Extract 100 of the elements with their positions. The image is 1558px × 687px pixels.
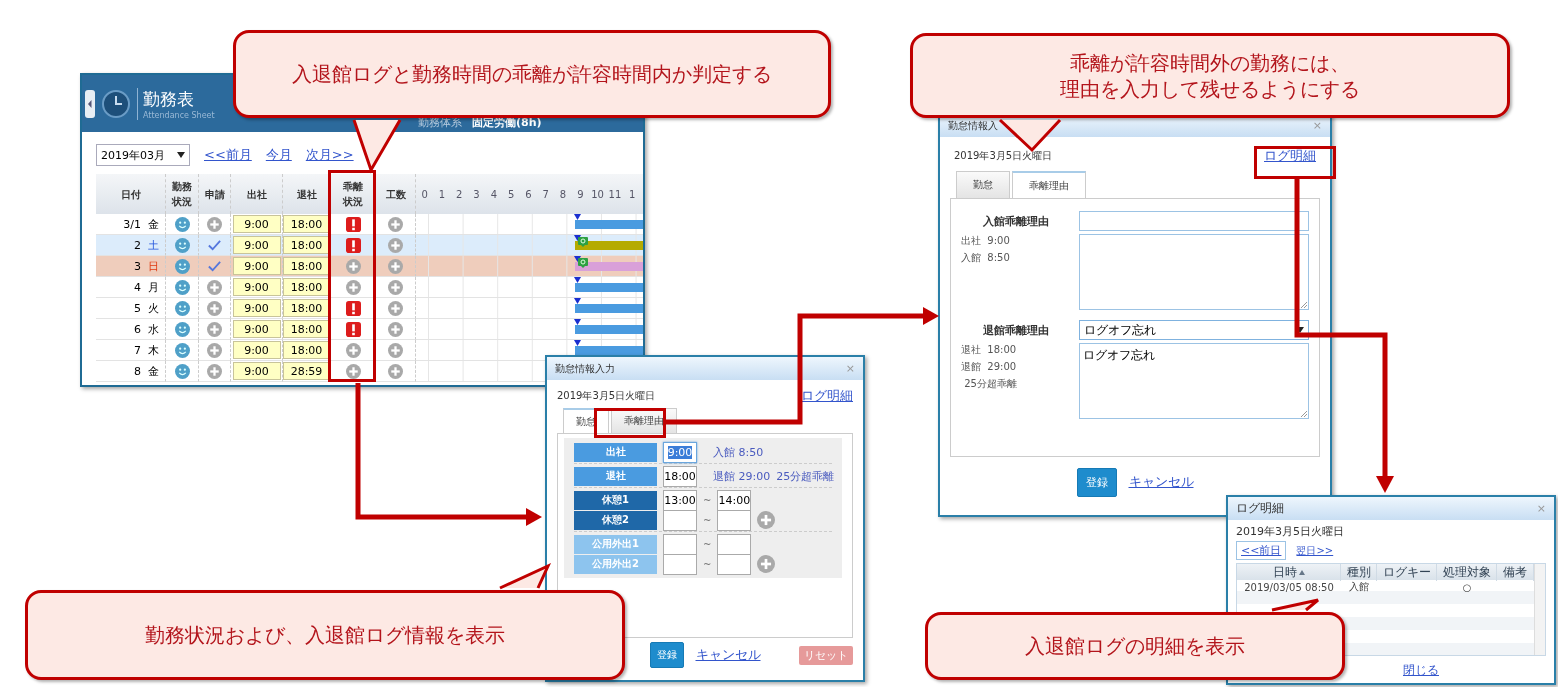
- time-field[interactable]: 13:00: [663, 489, 697, 511]
- plus-icon[interactable]: [388, 237, 403, 253]
- date-text: 3: [134, 259, 141, 273]
- time-field[interactable]: 9:00: [232, 320, 281, 338]
- time-field[interactable]: 9:00: [232, 362, 281, 380]
- time-field[interactable]: 18:00: [283, 257, 330, 275]
- time-field[interactable]: 9:00: [232, 236, 281, 254]
- time-field[interactable]: 9:00: [232, 299, 281, 317]
- nav-link[interactable]: <<前月: [204, 146, 252, 164]
- time-field[interactable]: [663, 533, 697, 555]
- column-header: 備考: [1503, 564, 1527, 581]
- nav-link[interactable]: 次月>>: [305, 146, 354, 164]
- time-field[interactable]: [717, 509, 752, 531]
- nav-link[interactable]: 今月: [265, 146, 292, 164]
- alert-icon[interactable]: [345, 300, 361, 316]
- time-field[interactable]: 9:00: [232, 341, 281, 359]
- field-label: 公用外出1: [574, 534, 657, 554]
- time-field[interactable]: 9:00: [232, 215, 281, 233]
- plus-icon[interactable]: [207, 321, 222, 337]
- section-label: 退館乖離理由: [982, 322, 1050, 339]
- add-icon[interactable]: [757, 555, 776, 573]
- plus-icon[interactable]: [345, 342, 361, 358]
- time-field[interactable]: 9:00: [232, 278, 281, 296]
- callout-text: 入退館ログと勤務時間の乖離が許容時間内か判定する: [292, 61, 772, 87]
- plus-icon[interactable]: [207, 342, 222, 358]
- hour-label: 5: [506, 188, 516, 200]
- time-field[interactable]: 18:00: [283, 215, 330, 233]
- month-select[interactable]: 2019年03月: [96, 144, 190, 166]
- time-field[interactable]: [717, 553, 752, 575]
- smiley-icon: [174, 300, 190, 316]
- log-note: 25分超乖離: [776, 468, 835, 484]
- cancel-link[interactable]: キャンセル: [695, 646, 761, 664]
- section-label: 入館乖離理由: [982, 213, 1050, 230]
- register-button[interactable]: 登録: [1076, 467, 1117, 497]
- table-cell: 入館: [1349, 580, 1369, 594]
- time-field[interactable]: [717, 533, 752, 555]
- time-field[interactable]: 28:59: [283, 362, 330, 380]
- add-icon[interactable]: [757, 511, 776, 529]
- time-field[interactable]: 9:00: [232, 257, 281, 275]
- plus-icon[interactable]: [207, 216, 222, 232]
- plus-icon[interactable]: [345, 279, 361, 295]
- tab[interactable]: 勤怠: [956, 171, 1010, 198]
- text-field[interactable]: [1079, 211, 1309, 231]
- time-field[interactable]: 9:00: [663, 441, 697, 463]
- register-button[interactable]: 登録: [649, 642, 684, 668]
- alert-icon[interactable]: [345, 321, 361, 337]
- text-area[interactable]: ログオフ忘れ: [1079, 343, 1309, 419]
- column-header: ログキー: [1382, 564, 1431, 581]
- time-field[interactable]: 18:00: [663, 465, 697, 487]
- clock-icon: [101, 88, 131, 119]
- hour-label: 4: [489, 188, 498, 200]
- smiley-icon: [174, 321, 190, 337]
- plus-icon[interactable]: [388, 363, 403, 379]
- close-link[interactable]: 閉じる: [1403, 662, 1439, 679]
- plus-icon[interactable]: [207, 300, 222, 316]
- text-area[interactable]: [1079, 234, 1309, 310]
- plus-icon[interactable]: [388, 258, 403, 274]
- time-field[interactable]: 14:00: [717, 489, 752, 511]
- hour-label: 7: [541, 188, 550, 200]
- plus-icon[interactable]: [207, 363, 222, 379]
- time-field[interactable]: 18:00: [283, 236, 330, 254]
- time-field[interactable]: 18:00: [283, 341, 330, 359]
- cancel-link[interactable]: キャンセル: [1128, 473, 1194, 491]
- callout-text: 入退館ログの明細を表示: [1025, 633, 1245, 659]
- time-field[interactable]: [663, 553, 697, 575]
- plus-icon[interactable]: [388, 300, 403, 316]
- plus-icon[interactable]: [388, 342, 403, 358]
- plus-icon[interactable]: [345, 363, 361, 379]
- log-detail-link[interactable]: ログ明細: [1264, 147, 1316, 165]
- column-header: 処理対象: [1442, 564, 1491, 581]
- date-text: 2019年3月5日火曜日: [954, 149, 1053, 163]
- reason-select[interactable]: ログオフ忘れ: [1079, 320, 1309, 340]
- plus-icon[interactable]: [207, 279, 222, 295]
- info-text: 出社 9:00: [961, 234, 1011, 248]
- range-separator: ~: [703, 514, 712, 526]
- plus-icon[interactable]: [388, 321, 403, 337]
- weekday-text: 土: [148, 237, 159, 253]
- prev-day-button[interactable]: <<前日: [1236, 541, 1287, 560]
- dialog-title: ログ明細: [1236, 500, 1284, 517]
- sheet-subtitle: Attendance Sheet: [143, 110, 215, 120]
- collapse-handle[interactable]: [85, 89, 95, 118]
- time-field[interactable]: 18:00: [283, 320, 330, 338]
- plus-icon[interactable]: [388, 216, 403, 232]
- time-field[interactable]: 18:00: [283, 278, 330, 296]
- resize-grip-icon: [1300, 301, 1307, 308]
- scrollbar[interactable]: [1534, 564, 1545, 655]
- log-detail-link[interactable]: ログ明細: [801, 387, 853, 405]
- sort-icon[interactable]: [1298, 570, 1305, 575]
- alert-icon[interactable]: [345, 237, 361, 253]
- date-text: 5: [134, 301, 141, 315]
- plus-icon[interactable]: [388, 279, 403, 295]
- alert-icon[interactable]: [345, 216, 361, 232]
- time-field[interactable]: [663, 509, 697, 531]
- plus-icon[interactable]: [345, 258, 361, 274]
- tab[interactable]: 乖離理由: [1012, 171, 1086, 199]
- hour-label: 1: [437, 188, 447, 200]
- next-day-link[interactable]: 翌日>>: [1296, 543, 1334, 558]
- time-field[interactable]: 18:00: [283, 299, 330, 317]
- hour-label: 6: [524, 188, 533, 200]
- table-cell: ○: [1462, 581, 1472, 593]
